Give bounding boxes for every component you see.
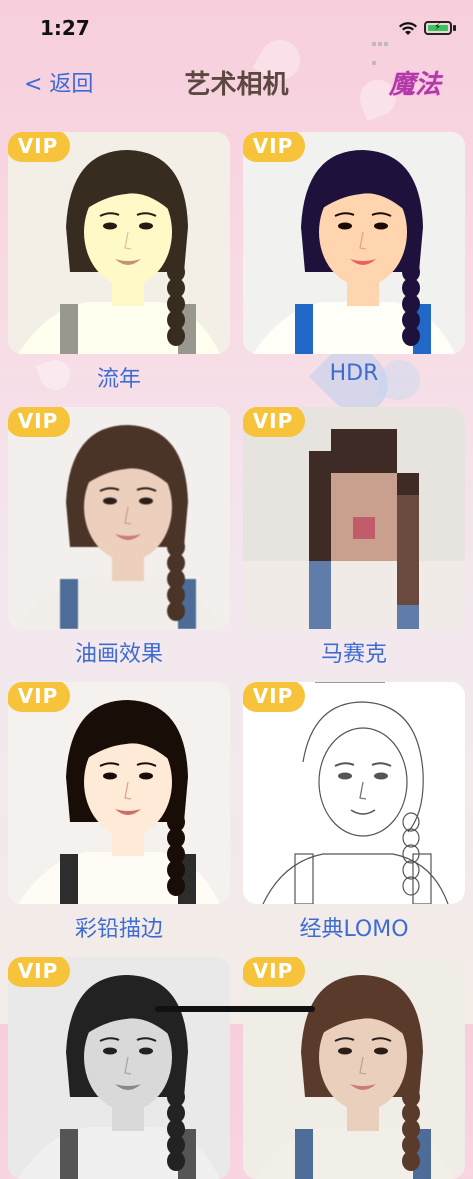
- filter-preview-image: [243, 407, 465, 629]
- filter-preview-image: [243, 957, 465, 1179]
- label-underline: [315, 682, 385, 683]
- vip-badge: VIP: [243, 957, 305, 987]
- battery-tip: [453, 25, 456, 31]
- filter-preview-image: [243, 132, 465, 354]
- cellular-signal-icon: [372, 31, 394, 65]
- vip-badge: VIP: [243, 682, 305, 712]
- vip-badge: VIP: [8, 132, 70, 162]
- battery-icon: ⚡: [424, 21, 452, 35]
- filter-label-sketch[interactable]: 经典LOMO: [243, 911, 465, 943]
- navigation-bar: < 返回 艺术相机 魔法: [0, 54, 473, 110]
- filter-label-vintage[interactable]: 流年: [8, 361, 230, 393]
- filter-card-mosaic[interactable]: VIP: [243, 407, 465, 629]
- filter-label-pencil-color[interactable]: 彩铅描边: [8, 911, 230, 943]
- filter-preview-image: [8, 682, 230, 904]
- filter-preview-image: [8, 957, 230, 1179]
- wifi-icon: [399, 22, 417, 35]
- vip-badge: VIP: [8, 682, 70, 712]
- vip-badge: VIP: [243, 407, 305, 437]
- filter-preview-image: [243, 682, 465, 904]
- filter-preview-image: [8, 407, 230, 629]
- filter-preview-image: [8, 132, 230, 354]
- vip-badge: VIP: [8, 407, 70, 437]
- filter-card-hdr[interactable]: VIP: [243, 132, 465, 354]
- vip-badge: VIP: [243, 132, 305, 162]
- filter-card-partial-color[interactable]: VIP: [243, 957, 465, 1179]
- filter-label-hdr[interactable]: HDR: [243, 361, 465, 386]
- filter-card-pencil-color[interactable]: VIP: [8, 682, 230, 904]
- magic-button[interactable]: 魔法: [389, 64, 441, 101]
- filter-label-oil[interactable]: 油画效果: [8, 636, 230, 668]
- home-indicator[interactable]: [155, 1006, 315, 1012]
- filter-card-vintage[interactable]: VIP: [8, 132, 230, 354]
- status-time: 1:27: [40, 16, 90, 40]
- vip-badge: VIP: [8, 957, 70, 987]
- filter-card-partial-bw[interactable]: VIP: [8, 957, 230, 1179]
- filter-card-sketch[interactable]: VIP: [243, 682, 465, 904]
- filter-card-oil[interactable]: VIP: [8, 407, 230, 629]
- filter-label-mosaic[interactable]: 马赛克: [243, 636, 465, 668]
- status-bar: 1:27 ⚡: [0, 0, 473, 65]
